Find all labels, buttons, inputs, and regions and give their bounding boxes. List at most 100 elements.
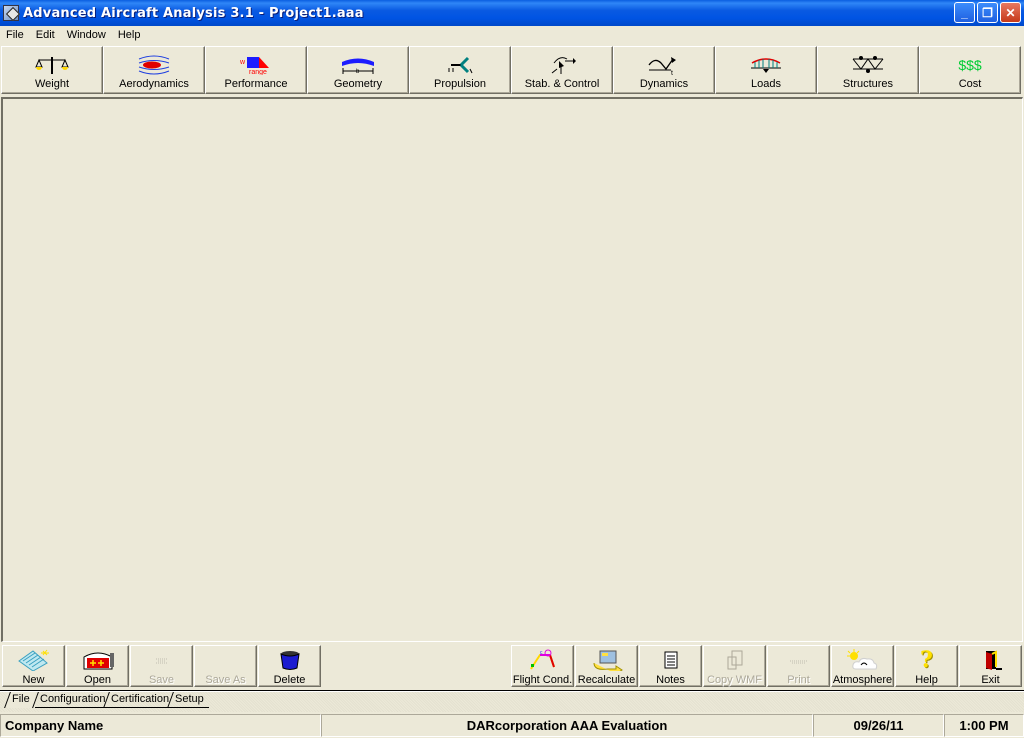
propulsion-button[interactable]: Propulsion: [409, 46, 511, 94]
tab-file[interactable]: File: [7, 692, 35, 708]
menu-edit[interactable]: Edit: [30, 29, 61, 41]
cost-icon-text: $$$: [958, 57, 982, 73]
copy-wmf-label: Copy WMF: [707, 674, 762, 686]
cost-label: Cost: [958, 78, 982, 90]
tab-setup[interactable]: Setup: [170, 692, 209, 708]
menu-window[interactable]: Window: [61, 29, 112, 41]
tab-certification[interactable]: Certification: [106, 692, 175, 708]
delete-button[interactable]: Delete: [258, 645, 321, 687]
status-license: DARcorporation AAA Evaluation: [321, 714, 813, 737]
status-time: 1:00 PM: [944, 714, 1024, 737]
open-label: Open: [84, 674, 111, 686]
flight-profile-icon: c: [526, 649, 560, 671]
structures-button[interactable]: Structures: [817, 46, 919, 94]
performance-button[interactable]: w range Performance: [205, 46, 307, 94]
structures-label: Structures: [842, 78, 894, 90]
weight-label: Weight: [34, 78, 70, 90]
dollar-icon: $$$: [958, 54, 981, 76]
close-icon: ✕: [1005, 5, 1016, 20]
status-date: 09/26/11: [813, 714, 944, 737]
stab-control-label: Stab. & Control: [524, 78, 600, 90]
title-bar: Advanced Aircraft Analysis 3.1 - Project…: [0, 0, 1024, 26]
question-mark-icon: ?: [920, 649, 933, 671]
mdi-workspace: [1, 97, 1023, 642]
balance-scale-icon: [35, 54, 69, 76]
help-button[interactable]: ? Help: [895, 645, 958, 687]
tab-configuration[interactable]: Configuration: [35, 692, 111, 708]
clipboard-icon: [718, 649, 752, 671]
propeller-icon: [443, 54, 477, 76]
recalculate-button[interactable]: Recalculate: [575, 645, 638, 687]
status-company: Company Name: [0, 714, 321, 737]
open-button[interactable]: Open: [66, 645, 129, 687]
aerodynamics-button[interactable]: Aerodynamics: [103, 46, 205, 94]
copy-wmf-button[interactable]: Copy WMF: [703, 645, 766, 687]
geometry-label: Geometry: [333, 78, 383, 90]
performance-label: Performance: [224, 78, 288, 90]
flight-cond-button[interactable]: c Flight Cond.: [511, 645, 574, 687]
perf-icon-range: range: [249, 69, 267, 75]
recalculate-icon: [590, 649, 624, 671]
save-label: Save: [148, 674, 175, 686]
airflow-icon: [137, 54, 171, 76]
action-toolbar: New Open Save Save As Delete c Flight Co…: [0, 644, 1024, 689]
distributed-load-icon: [749, 54, 783, 76]
rotation-arrows-icon: [545, 54, 579, 76]
propulsion-label: Propulsion: [434, 78, 486, 90]
new-button[interactable]: New: [2, 645, 65, 687]
status-bar: Company Name DARcorporation AAA Evaluati…: [0, 713, 1024, 738]
printer-icon: [782, 649, 816, 671]
save-button[interactable]: Save: [130, 645, 193, 687]
dynamics-label: Dynamics: [639, 78, 689, 90]
exit-door-icon: [974, 649, 1008, 671]
exit-label: Exit: [981, 674, 1000, 686]
aerodynamics-label: Aerodynamics: [119, 78, 189, 90]
print-label: Print: [787, 674, 810, 686]
new-sheet-icon: [17, 649, 51, 671]
sun-cloud-icon: [846, 649, 880, 671]
perf-icon-w: w: [239, 59, 246, 66]
notes-button[interactable]: Notes: [639, 645, 702, 687]
truss-icon: [851, 54, 885, 76]
notepad-icon: [654, 649, 688, 671]
menu-help[interactable]: Help: [112, 29, 147, 41]
help-icon-glyph: ?: [920, 647, 933, 673]
notes-label: Notes: [656, 674, 685, 686]
window-title: Advanced Aircraft Analysis 3.1 - Project…: [23, 5, 364, 21]
time-response-icon: t: [647, 54, 681, 76]
open-hangar-icon: [81, 649, 115, 671]
minimize-button[interactable]: _: [954, 2, 975, 23]
stab-control-button[interactable]: Stab. & Control: [511, 46, 613, 94]
recalculate-label: Recalculate: [577, 674, 636, 686]
loads-button[interactable]: Loads: [715, 46, 817, 94]
new-label: New: [22, 674, 45, 686]
dynamics-icon-t: t: [671, 70, 673, 75]
exit-button[interactable]: Exit: [959, 645, 1022, 687]
dynamics-button[interactable]: t Dynamics: [613, 46, 715, 94]
save-as-button[interactable]: Save As: [194, 645, 257, 687]
toolbar-tabs: File Configuration Certification Setup: [0, 692, 1024, 712]
restore-icon: ❐: [982, 5, 993, 20]
flight-cond-label: Flight Cond.: [512, 674, 573, 686]
geometry-button[interactable]: b Geometry: [307, 46, 409, 94]
atmosphere-button[interactable]: Atmosphere: [831, 645, 894, 687]
weight-range-icon: w range: [239, 54, 273, 76]
menu-file[interactable]: File: [0, 29, 30, 41]
save-icon: [145, 649, 179, 671]
app-icon[interactable]: [3, 5, 19, 21]
geometry-icon-b: b: [356, 69, 360, 75]
weight-button[interactable]: Weight: [1, 46, 103, 94]
wing-span-icon: b: [341, 54, 375, 76]
bucket-icon: [273, 649, 307, 671]
print-button[interactable]: Print: [767, 645, 830, 687]
loads-label: Loads: [751, 78, 781, 90]
module-toolbar: Weight Aerodynamics w range Performance b…: [0, 46, 1024, 95]
minimize-icon: _: [961, 5, 968, 20]
save-as-label: Save As: [205, 674, 246, 686]
help-label: Help: [915, 674, 938, 686]
delete-label: Delete: [273, 674, 306, 686]
restore-button[interactable]: ❐: [977, 2, 998, 23]
cost-button[interactable]: $$$ Cost: [919, 46, 1021, 94]
close-button[interactable]: ✕: [1000, 2, 1021, 23]
atmosphere-label: Atmosphere: [832, 674, 893, 686]
